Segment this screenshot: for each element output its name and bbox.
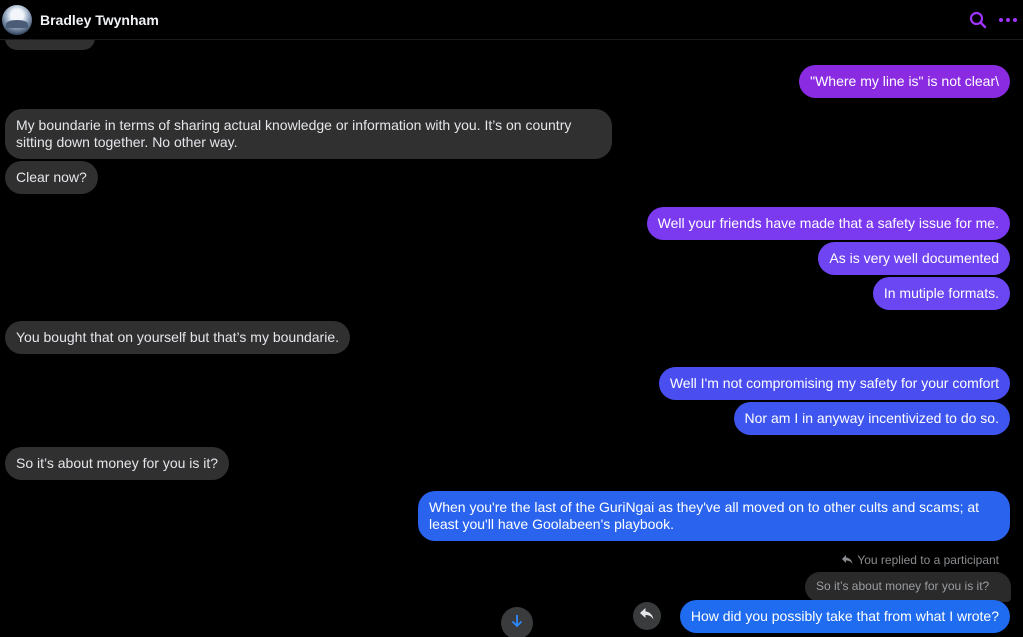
message-text: You bought that on yourself but that’s m… bbox=[16, 329, 340, 345]
conversation-header: Bradley Twynham bbox=[0, 0, 1023, 40]
search-icon[interactable] bbox=[963, 5, 993, 35]
message-text: Well your friends have made that a safet… bbox=[657, 215, 999, 231]
message-outgoing[interactable]: "Where my line is" is not clear\ bbox=[799, 65, 1010, 98]
reply-icon bbox=[640, 607, 654, 625]
message-text: "Where my line is" is not clear\ bbox=[810, 73, 999, 89]
reply-meta-text: You replied to a participant bbox=[857, 553, 999, 567]
more-icon[interactable] bbox=[993, 5, 1023, 35]
message-incoming[interactable]: So it’s about money for you is it? bbox=[5, 447, 230, 480]
message-text: Nor am I in anyway incentivized to do so… bbox=[744, 410, 999, 426]
message-text: In mutiple formats. bbox=[883, 285, 999, 301]
reply-arrow-icon bbox=[842, 553, 853, 567]
message-text: When you're the last of the GuriNgai as … bbox=[429, 499, 980, 532]
message-outgoing[interactable]: When you're the last of the GuriNgai as … bbox=[418, 491, 1010, 541]
message-text: As is very well documented bbox=[829, 250, 999, 266]
message-text: Clear now? bbox=[16, 169, 87, 185]
quoted-text: So it’s about money for you is it? bbox=[816, 579, 990, 593]
contact-avatar[interactable] bbox=[2, 4, 32, 35]
contact-name[interactable]: Bradley Twynham bbox=[40, 12, 159, 28]
message-incoming[interactable]: Clear now? bbox=[5, 161, 98, 194]
arrow-down-icon bbox=[511, 614, 523, 633]
message-outgoing[interactable]: Nor am I in anyway incentivized to do so… bbox=[733, 402, 1010, 435]
scroll-to-bottom-button[interactable] bbox=[501, 607, 533, 637]
message-incoming[interactable]: My boundarie in terms of sharing actual … bbox=[5, 109, 612, 159]
message-outgoing[interactable]: Well your friends have made that a safet… bbox=[646, 207, 1010, 240]
reply-button[interactable] bbox=[633, 602, 661, 630]
header-actions bbox=[963, 0, 1023, 40]
message-text: So it’s about money for you is it? bbox=[16, 455, 219, 471]
message-outgoing[interactable]: As is very well documented bbox=[818, 242, 1010, 275]
quoted-message[interactable]: So it’s about money for you is it? bbox=[805, 572, 1011, 602]
message-outgoing[interactable]: In mutiple formats. bbox=[872, 277, 1010, 310]
message-text: How did you possibly take that from what… bbox=[690, 608, 999, 624]
message-outgoing[interactable]: Well I'm not compromising my safety for … bbox=[658, 367, 1010, 400]
message-outgoing[interactable]: How did you possibly take that from what… bbox=[679, 600, 1010, 633]
message-text: My boundarie in terms of sharing actual … bbox=[16, 117, 572, 150]
message-incoming[interactable]: You bought that on yourself but that’s m… bbox=[5, 321, 351, 354]
reply-indicator: You replied to a participant bbox=[842, 553, 999, 567]
message-text: Well I'm not compromising my safety for … bbox=[669, 375, 999, 391]
